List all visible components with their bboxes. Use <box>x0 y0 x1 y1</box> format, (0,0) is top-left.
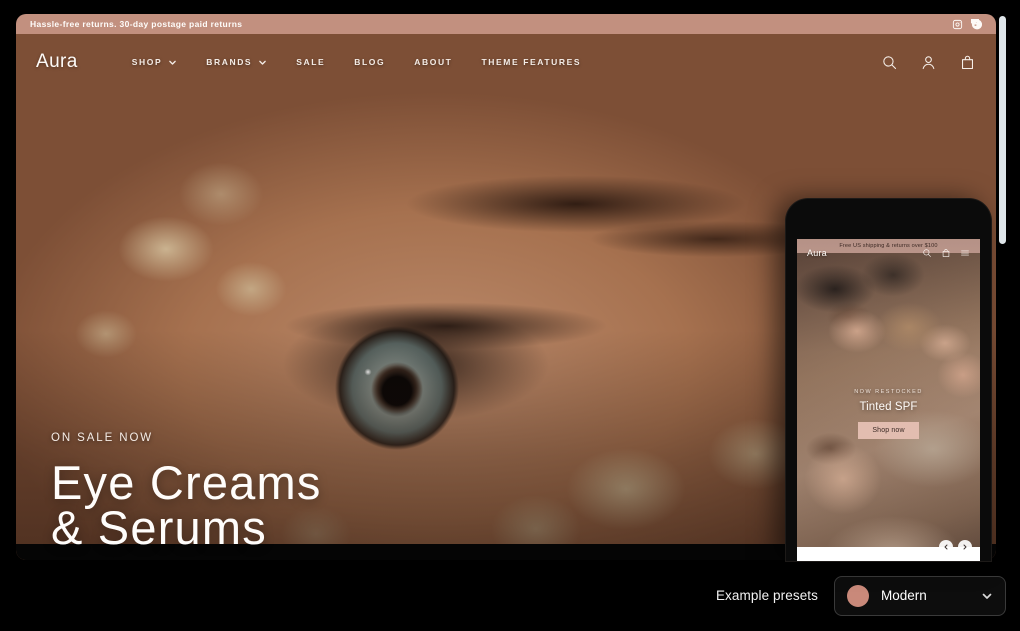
mobile-hero-title: Tinted SPF <box>859 401 918 413</box>
hero-title-line-2: & Serums <box>51 500 267 554</box>
nav-item-theme-features[interactable]: THEME FEATURES <box>481 57 581 67</box>
mobile-hero-eyebrow: NOW RESTOCKED <box>854 389 923 395</box>
hero-title: Eye Creams & Serums <box>51 455 322 554</box>
facebook-icon[interactable] <box>971 18 982 30</box>
account-icon[interactable] <box>920 54 937 71</box>
preview-scrollbar-thumb[interactable] <box>999 16 1006 244</box>
nav-label: SALE <box>296 57 326 67</box>
preview-scrollbar-track[interactable] <box>998 14 1008 560</box>
phone-volume-up-button <box>786 309 788 333</box>
nav-item-sale[interactable]: SALE <box>296 57 325 67</box>
mobile-screen: Free US shipping & returns over $100 Aur… <box>797 239 980 561</box>
nav-item-brands[interactable]: BRANDS <box>206 57 267 67</box>
hero-eyebrow: ON SALE NOW <box>51 431 154 444</box>
phone-mute-button <box>786 285 788 299</box>
cart-icon[interactable] <box>959 54 976 71</box>
announcement-social-links <box>952 18 982 30</box>
nav-item-shop[interactable]: SHOP <box>132 57 178 67</box>
preset-dropdown[interactable]: Modern <box>834 575 1006 616</box>
announcement-bar: Hassle-free returns. 30-day postage paid… <box>16 14 996 34</box>
hero-copy: ON SALE NOW Eye Creams & Serums <box>51 431 322 554</box>
shop-now-button[interactable]: Shop now <box>858 422 919 439</box>
nav-item-about[interactable]: ABOUT <box>414 57 452 67</box>
search-icon[interactable] <box>922 248 932 258</box>
nav-item-blog[interactable]: BLOG <box>354 57 385 67</box>
mobile-preview-frame: Free US shipping & returns over $100 Aur… <box>786 199 991 561</box>
preset-color-swatch <box>847 584 869 607</box>
header-actions <box>881 54 976 71</box>
mobile-header: Aura <box>797 239 980 267</box>
mobile-hero-copy: NOW RESTOCKED Tinted SPF Shop now <box>797 389 980 439</box>
chevron-down-icon <box>169 60 177 65</box>
search-icon[interactable] <box>881 54 898 71</box>
chevron-left-icon <box>944 544 948 550</box>
chevron-right-icon <box>963 544 967 550</box>
cart-icon[interactable] <box>941 248 951 258</box>
instagram-icon[interactable] <box>952 19 963 30</box>
screen: Hassle-free returns. 30-day postage paid… <box>0 0 1020 631</box>
chevron-down-icon <box>259 60 267 65</box>
hero-title-line-1: Eye Creams <box>51 455 322 509</box>
mobile-site-logo[interactable]: Aura <box>807 248 827 258</box>
site-logo[interactable]: Aura <box>36 51 78 73</box>
nav-label: SHOP <box>131 57 163 67</box>
mobile-header-actions <box>922 248 970 258</box>
nav-label: BRANDS <box>206 57 253 67</box>
mobile-carousel-controls <box>939 540 972 554</box>
main-nav: SHOP BRANDS SALE BLOG ABOUT THEME FEATUR… <box>132 57 581 67</box>
announcement-text: Hassle-free returns. 30-day postage paid… <box>30 19 243 29</box>
site-header: Aura SHOP BRANDS SALE BLOG ABOUT THEME F… <box>16 34 996 90</box>
carousel-prev-button[interactable] <box>939 540 953 554</box>
example-presets-bar: Example presets Modern <box>0 560 1020 631</box>
carousel-next-button[interactable] <box>958 540 972 554</box>
preset-selected-value: Modern <box>881 588 927 603</box>
chevron-down-icon <box>982 593 992 599</box>
nav-label: BLOG <box>354 57 386 67</box>
menu-icon[interactable] <box>960 248 970 258</box>
phone-volume-down-button <box>786 341 788 365</box>
nav-label: ABOUT <box>414 57 453 67</box>
nav-label: THEME FEATURES <box>481 57 582 67</box>
example-presets-label: Example presets <box>715 588 818 603</box>
